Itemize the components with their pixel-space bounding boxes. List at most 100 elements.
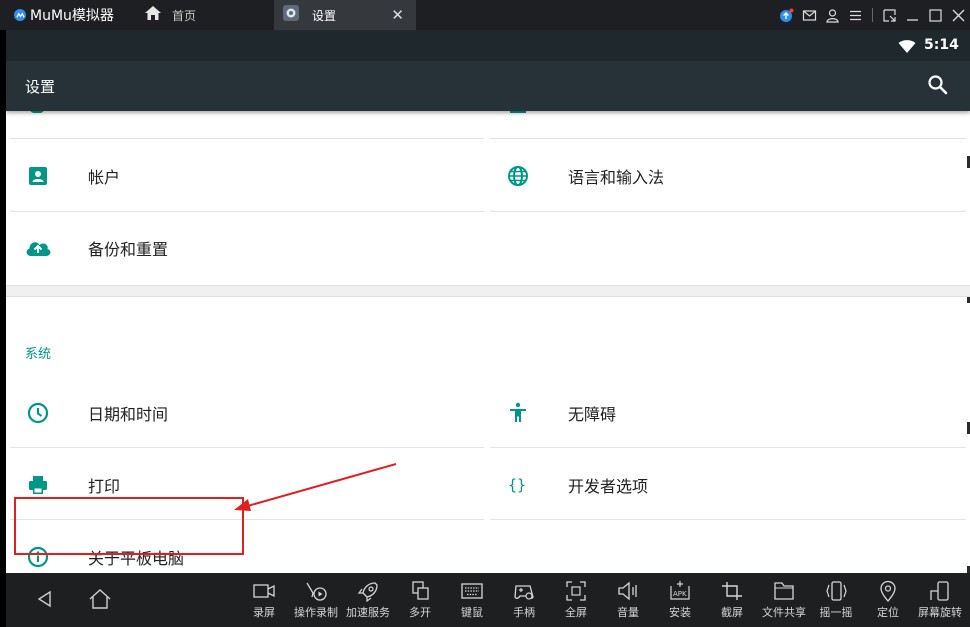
apk-install-icon: APK [654,577,706,605]
menu-icon[interactable] [844,0,867,30]
app-name: MuMu模拟器 [30,8,114,24]
controls-separator [872,8,873,22]
tool-install-apk[interactable]: APK 安装 [654,577,706,625]
tab-close-icon[interactable]: ✕ [391,6,404,24]
location-icon [862,577,914,605]
annotation-arrow [234,463,397,511]
shrink-icon[interactable] [878,0,901,30]
mail-icon[interactable] [798,0,821,30]
account-icon [6,141,70,211]
section-separator [6,285,970,297]
emulator-titlebar: MuMu模拟器 首页 设置 ✕ [0,0,970,30]
settings-list: 帐户 语言和输入法 备份和重置 系统 日期和时间 无障碍 打印 {} 开发者选项… [6,105,970,573]
status-time: 5:14 [924,37,959,53]
wifi-icon [898,39,916,58]
tool-label: 键鼠 [461,606,483,619]
tool-location[interactable]: 定位 [862,577,914,625]
maximize-icon[interactable] [924,0,947,30]
tab-settings-label: 设置 [312,8,337,23]
svg-text:APK: APK [673,590,687,598]
divider [490,211,966,212]
nav-home-icon[interactable] [88,588,112,614]
tool-label: 操作录制 [294,606,338,619]
tab-home-label: 首页 [172,8,197,23]
globe-icon [486,141,550,211]
settings-item-label: 语言和输入法 [568,168,665,187]
multi-instance-icon [394,577,446,605]
divider [10,211,484,212]
settings-item-label: 开发者选项 [568,477,649,496]
settings-action-bar: 设置 [6,61,970,111]
settings-item-label: 日期和时间 [88,405,169,424]
mumu-logo-icon [14,9,26,21]
rocket-icon [342,577,394,605]
tool-label: 多开 [409,606,431,619]
macro-record-icon [290,577,342,605]
fullscreen-icon [550,577,602,605]
user-icon[interactable] [821,0,844,30]
tool-screenshot[interactable]: 截屏 [706,577,758,625]
accessibility-icon [486,378,550,448]
search-icon[interactable] [926,73,950,101]
clock-icon [6,378,70,448]
settings-item-developer-options[interactable]: {} 开发者选项 [486,450,970,520]
gear-icon [282,4,300,26]
tool-shake[interactable]: 摇一摇 [810,577,862,625]
tool-label: 安装 [669,606,691,619]
home-icon [144,5,162,25]
divider [10,138,484,139]
tab-settings[interactable]: 设置 ✕ [274,0,416,30]
divider [10,447,484,448]
nav-back-icon[interactable] [36,590,54,612]
tool-macro-record[interactable]: 操作录制 [290,577,342,625]
tool-volume[interactable]: 音量 [602,577,654,625]
settings-item-label: 帐户 [88,168,121,187]
close-icon[interactable] [947,0,970,30]
volume-icon [602,577,654,605]
minimize-icon[interactable] [901,0,924,30]
tab-home[interactable]: 首页 [140,0,274,30]
svg-text:{}: {} [508,476,526,494]
section-title-system: 系统 [25,347,52,362]
crop-icon [706,577,758,605]
android-screen: 5:14 设置 帐户 语言和输入法 备份和重置 系统 日期和时间 无障碍 打印 … [6,30,970,627]
tool-label: 加速服务 [346,606,390,619]
folder-icon [758,577,810,605]
tool-label: 手柄 [513,606,535,619]
tool-label: 摇一摇 [819,606,853,619]
tool-label: 截屏 [721,606,743,619]
settings-item-label: 无障碍 [568,405,617,424]
settings-item-language[interactable]: 语言和输入法 [486,141,970,211]
tool-accelerate[interactable]: 加速服务 [342,577,394,625]
tool-label: 定位 [877,606,899,619]
braces-icon: {} [486,450,550,520]
tool-rotate-screen[interactable]: 屏幕旋转 [914,577,966,625]
app-brand: MuMu模拟器 [0,0,140,30]
emulator-toolbar: 录屏 操作录制 加速服务 多开 键鼠 手柄 全屏 音量 APK 安装 截屏 文件… [6,573,970,627]
tool-record-screen[interactable]: 录屏 [238,577,290,625]
gamepad-icon [498,577,550,605]
tool-file-share[interactable]: 文件共享 [758,577,810,625]
settings-item-accessibility[interactable]: 无障碍 [486,378,970,448]
update-icon[interactable] [775,0,798,30]
tool-fullscreen[interactable]: 全屏 [550,577,602,625]
android-status-bar: 5:14 [6,30,970,61]
divider [490,447,966,448]
window-controls [775,0,970,30]
tool-multi-instance[interactable]: 多开 [394,577,446,625]
settings-item-date-time[interactable]: 日期和时间 [6,378,486,448]
page-title: 设置 [25,78,56,96]
tool-label: 文件共享 [762,606,806,619]
settings-item-backup[interactable]: 备份和重置 [6,213,486,283]
tool-keyboard-mouse[interactable]: 键鼠 [446,577,498,625]
tool-label: 全屏 [565,606,587,619]
tool-label: 音量 [617,606,639,619]
annotation-highlight-box [14,497,244,555]
tool-gamepad[interactable]: 手柄 [498,577,550,625]
settings-item-label: 打印 [88,477,121,496]
tool-label: 屏幕旋转 [918,606,962,619]
settings-item-accounts[interactable]: 帐户 [6,141,486,211]
cloud-upload-icon [6,213,70,283]
shake-icon [810,577,862,605]
tool-label: 录屏 [253,606,275,619]
